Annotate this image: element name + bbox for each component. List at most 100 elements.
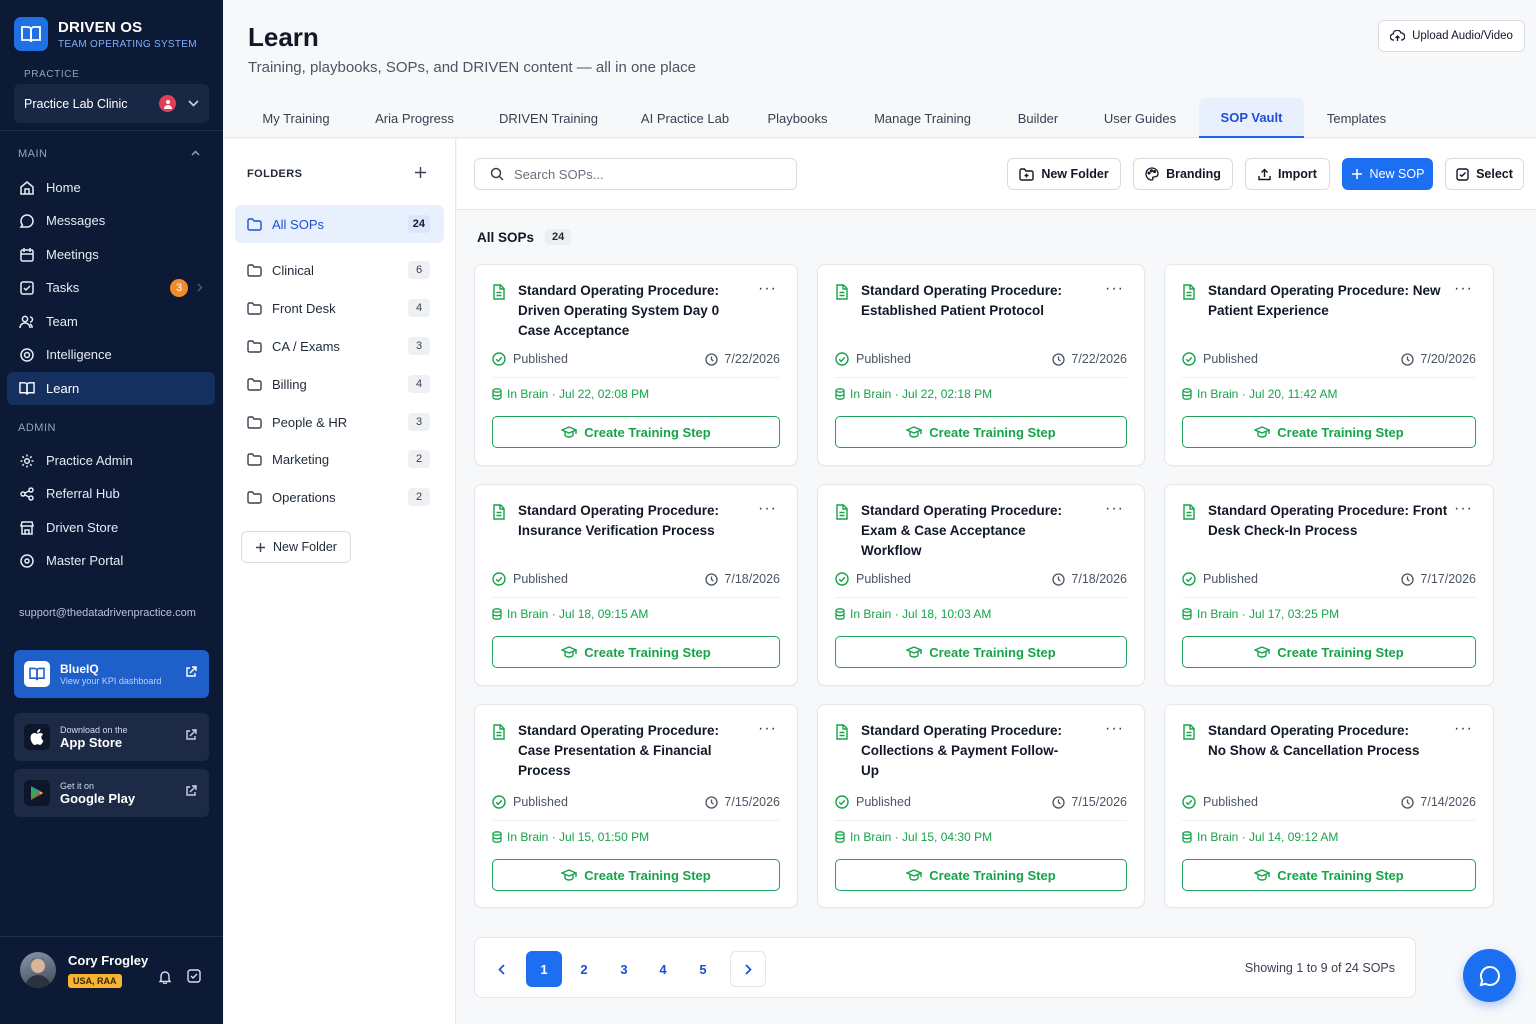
more-options-icon[interactable]: ··· xyxy=(758,501,777,517)
new-folder-button[interactable]: New Folder xyxy=(1007,158,1121,190)
sop-title[interactable]: Standard Operating Procedure: New Patien… xyxy=(1208,281,1448,321)
practice-selector[interactable]: Practice Lab Clinic xyxy=(14,84,209,123)
sop-title[interactable]: Standard Operating Procedure: Front Desk… xyxy=(1208,501,1448,541)
create-training-step-button[interactable]: Create Training Step xyxy=(1182,859,1476,891)
create-training-step-button[interactable]: Create Training Step xyxy=(1182,636,1476,668)
folder-billing[interactable]: Billing 4 xyxy=(235,365,444,403)
more-options-icon[interactable]: ··· xyxy=(1105,281,1124,297)
create-training-step-button[interactable]: Create Training Step xyxy=(492,859,780,891)
create-training-step-button[interactable]: Create Training Step xyxy=(835,416,1127,448)
page-button-4[interactable]: 4 xyxy=(645,951,681,987)
blueiq-promo[interactable]: BlueIQ View your KPI dashboard xyxy=(14,650,209,698)
more-options-icon[interactable]: ··· xyxy=(1105,501,1124,517)
add-folder-icon[interactable] xyxy=(414,166,427,179)
sop-card[interactable]: Standard Operating Procedure: No Show & … xyxy=(1164,704,1494,908)
nav-item-meetings[interactable]: Meetings xyxy=(7,238,215,271)
upload-audio-video-button[interactable]: Upload Audio/Video xyxy=(1378,20,1525,52)
nav-item-home[interactable]: Home xyxy=(7,171,215,204)
showing-count: Showing 1 to 9 of 24 SOPs xyxy=(1244,961,1395,975)
more-options-icon[interactable]: ··· xyxy=(1105,721,1124,737)
chat-button[interactable] xyxy=(1463,949,1516,1002)
select-button[interactable]: Select xyxy=(1445,158,1524,190)
more-options-icon[interactable]: ··· xyxy=(758,721,777,737)
nav-item-referral-hub[interactable]: Referral Hub xyxy=(7,477,215,510)
tab-aria-progress[interactable]: Aria Progress xyxy=(364,98,465,138)
branding-button[interactable]: Branding xyxy=(1133,158,1233,190)
nav-label: Intelligence xyxy=(46,347,112,362)
nav-item-team[interactable]: Team xyxy=(7,305,215,338)
new-folder-side-button[interactable]: New Folder xyxy=(241,531,351,563)
page-button-2[interactable]: 2 xyxy=(566,951,602,987)
new-sop-button[interactable]: New SOP xyxy=(1342,158,1433,190)
tab-playbooks[interactable]: Playbooks xyxy=(758,98,837,138)
sop-title[interactable]: Standard Operating Procedure: No Show & … xyxy=(1208,721,1423,761)
more-options-icon[interactable]: ··· xyxy=(758,281,777,297)
import-button[interactable]: Import xyxy=(1245,158,1330,190)
create-training-step-button[interactable]: Create Training Step xyxy=(492,636,780,668)
nav-item-messages[interactable]: Messages xyxy=(7,204,215,237)
app-store-link[interactable]: Download on the App Store xyxy=(14,713,209,761)
create-training-step-button[interactable]: Create Training Step xyxy=(835,859,1127,891)
app-store-big: App Store xyxy=(60,734,123,750)
sop-card[interactable]: Standard Operating Procedure: New Patien… xyxy=(1164,264,1494,466)
google-play-link[interactable]: Get it on Google Play xyxy=(14,769,209,817)
logout-icon[interactable] xyxy=(187,969,201,983)
sop-title[interactable]: Standard Operating Procedure: Collection… xyxy=(861,721,1076,781)
support-email[interactable]: support@thedatadrivenpractice.com xyxy=(19,607,196,619)
folder-people-hr[interactable]: People & HR 3 xyxy=(235,403,444,441)
page-button-3[interactable]: 3 xyxy=(606,951,642,987)
tab-ai-practice-lab[interactable]: AI Practice Lab xyxy=(629,98,741,138)
sop-card[interactable]: Standard Operating Procedure: Case Prese… xyxy=(474,704,798,908)
sop-card[interactable]: Standard Operating Procedure: Insurance … xyxy=(474,484,798,686)
next-page-button[interactable] xyxy=(730,951,766,987)
more-options-icon[interactable]: ··· xyxy=(1454,281,1473,297)
tab-my-training[interactable]: My Training xyxy=(248,98,344,138)
folder-all-sops[interactable]: All SOPs 24 xyxy=(235,205,444,243)
folder-front-desk[interactable]: Front Desk 4 xyxy=(235,289,444,327)
folder-marketing[interactable]: Marketing 2 xyxy=(235,440,444,478)
nav-item-intelligence[interactable]: Intelligence xyxy=(7,338,215,371)
sop-card[interactable]: Standard Operating Procedure: Establishe… xyxy=(817,264,1145,466)
nav-item-driven-store[interactable]: Driven Store xyxy=(7,511,215,544)
prev-page-button[interactable] xyxy=(483,951,519,987)
sop-card[interactable]: Standard Operating Procedure: Front Desk… xyxy=(1164,484,1494,686)
section-title: All SOPs xyxy=(477,229,535,245)
nav-item-master-portal[interactable]: Master Portal xyxy=(7,544,215,577)
tab-sop-vault[interactable]: SOP Vault xyxy=(1199,98,1304,138)
tab-user-guides[interactable]: User Guides xyxy=(1092,98,1188,138)
sop-title[interactable]: Standard Operating Procedure: Insurance … xyxy=(518,501,758,541)
clock-icon xyxy=(1052,352,1066,366)
sop-title[interactable]: Standard Operating Procedure: Driven Ope… xyxy=(518,281,748,341)
more-options-icon[interactable]: ··· xyxy=(1454,721,1473,737)
page-button-5[interactable]: 5 xyxy=(685,951,721,987)
tab-manage-training[interactable]: Manage Training xyxy=(862,98,983,138)
check-circle-icon xyxy=(492,352,506,366)
nav-item-learn[interactable]: Learn xyxy=(7,372,215,405)
folder-ca-exams[interactable]: CA / Exams 3 xyxy=(235,327,444,365)
chevron-up-icon[interactable] xyxy=(191,150,200,156)
create-training-step-button[interactable]: Create Training Step xyxy=(492,416,780,448)
bell-icon[interactable] xyxy=(158,969,172,984)
tab-driven-training[interactable]: DRIVEN Training xyxy=(487,98,610,138)
page-button-1[interactable]: 1 xyxy=(526,951,562,987)
brand[interactable]: DRIVEN OS TEAM OPERATING SYSTEM xyxy=(14,17,197,51)
more-options-icon[interactable]: ··· xyxy=(1454,501,1473,517)
tab-templates[interactable]: Templates xyxy=(1315,98,1398,138)
create-training-step-button[interactable]: Create Training Step xyxy=(1182,416,1476,448)
sop-card[interactable]: Standard Operating Procedure: Driven Ope… xyxy=(474,264,798,466)
folder-count: 6 xyxy=(408,261,430,279)
search-input[interactable] xyxy=(514,166,774,182)
create-training-step-button[interactable]: Create Training Step xyxy=(835,636,1127,668)
sop-title[interactable]: Standard Operating Procedure: Establishe… xyxy=(861,281,1101,321)
folder-operations[interactable]: Operations 2 xyxy=(235,478,444,516)
blueiq-subtitle: View your KPI dashboard xyxy=(60,676,162,686)
sop-card[interactable]: Standard Operating Procedure: Exam & Cas… xyxy=(817,484,1145,686)
tab-builder[interactable]: Builder xyxy=(1006,98,1070,138)
sop-card[interactable]: Standard Operating Procedure: Collection… xyxy=(817,704,1145,908)
nav-item-tasks[interactable]: Tasks 3 xyxy=(7,271,215,304)
sop-title[interactable]: Standard Operating Procedure: Exam & Cas… xyxy=(861,501,1076,561)
folder-clinical[interactable]: Clinical 6 xyxy=(235,251,444,289)
nav-item-practice-admin[interactable]: Practice Admin xyxy=(7,444,215,477)
avatar[interactable] xyxy=(20,952,56,988)
sop-title[interactable]: Standard Operating Procedure: Case Prese… xyxy=(518,721,733,781)
